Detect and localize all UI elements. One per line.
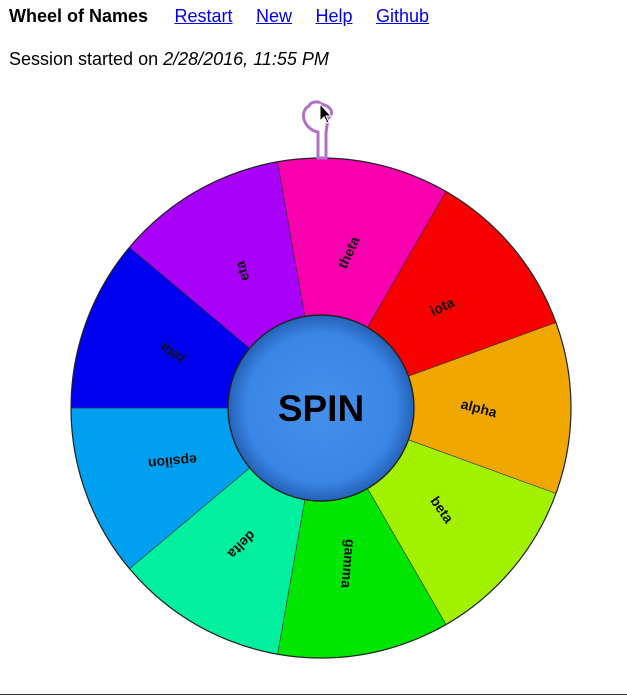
- name-wheel[interactable]: alphabetagammadeltaepsilonzetaetathetaio…: [0, 0, 627, 698]
- spin-label[interactable]: SPIN: [278, 388, 364, 429]
- bottom-divider: [0, 694, 627, 695]
- wheel-pointer: [302, 100, 333, 160]
- pointer-icon: [302, 100, 333, 160]
- spin-button[interactable]: SPIN: [227, 314, 415, 502]
